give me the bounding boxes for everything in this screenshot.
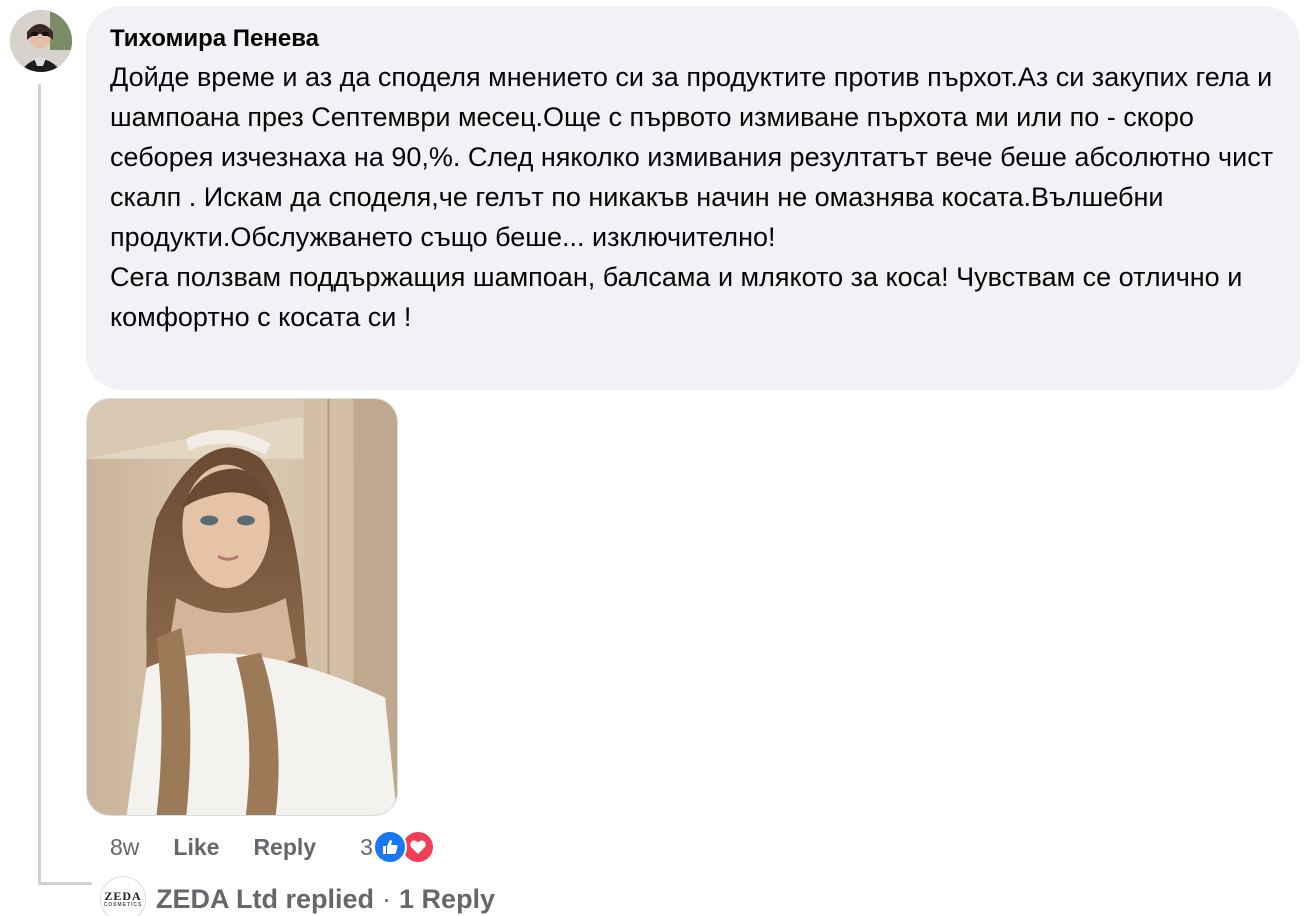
comment-timestamp[interactable]: 8w [110,834,139,861]
replier-logo-text: ZEDA [104,889,142,903]
commenter-avatar-image [10,10,72,72]
like-icon [372,830,407,864]
selfie-image [87,399,397,815]
reaction-count: 3 [360,833,373,860]
comment-author-name[interactable]: Тихомира Пенева [110,24,1276,54]
comment-bubble: Тихомира Пенева Дойде време и аз да спод… [86,6,1300,390]
thread-connector-horizontal [38,882,92,885]
like-button[interactable]: Like [173,834,219,861]
replier-avatar: ZEDA COSMETICS [100,876,146,916]
replier-logo-subtext: COSMETICS [103,902,143,908]
replier-name: ZEDA Ltd [156,883,278,914]
reply-count-label: 1 Reply [399,883,496,914]
reply-button[interactable]: Reply [253,834,316,861]
comment-attached-photo[interactable] [86,398,398,816]
commenter-avatar[interactable] [10,10,72,72]
comment-actions-bar: 8w Like Reply 3 [110,828,435,866]
separator-dot: · [382,883,392,914]
comment-thread: Тихомира Пенева Дойде време и аз да спод… [0,0,1316,916]
thread-connector-vertical [38,84,41,884]
reaction-summary[interactable]: 3 [360,830,435,864]
replied-label: replied [285,883,375,914]
view-replies-link[interactable]: ZEDA COSMETICS ZEDA Ltd replied · 1 Repl… [100,876,495,916]
comment-body-text: Дойде време и аз да споделя мнението си … [110,62,1274,332]
